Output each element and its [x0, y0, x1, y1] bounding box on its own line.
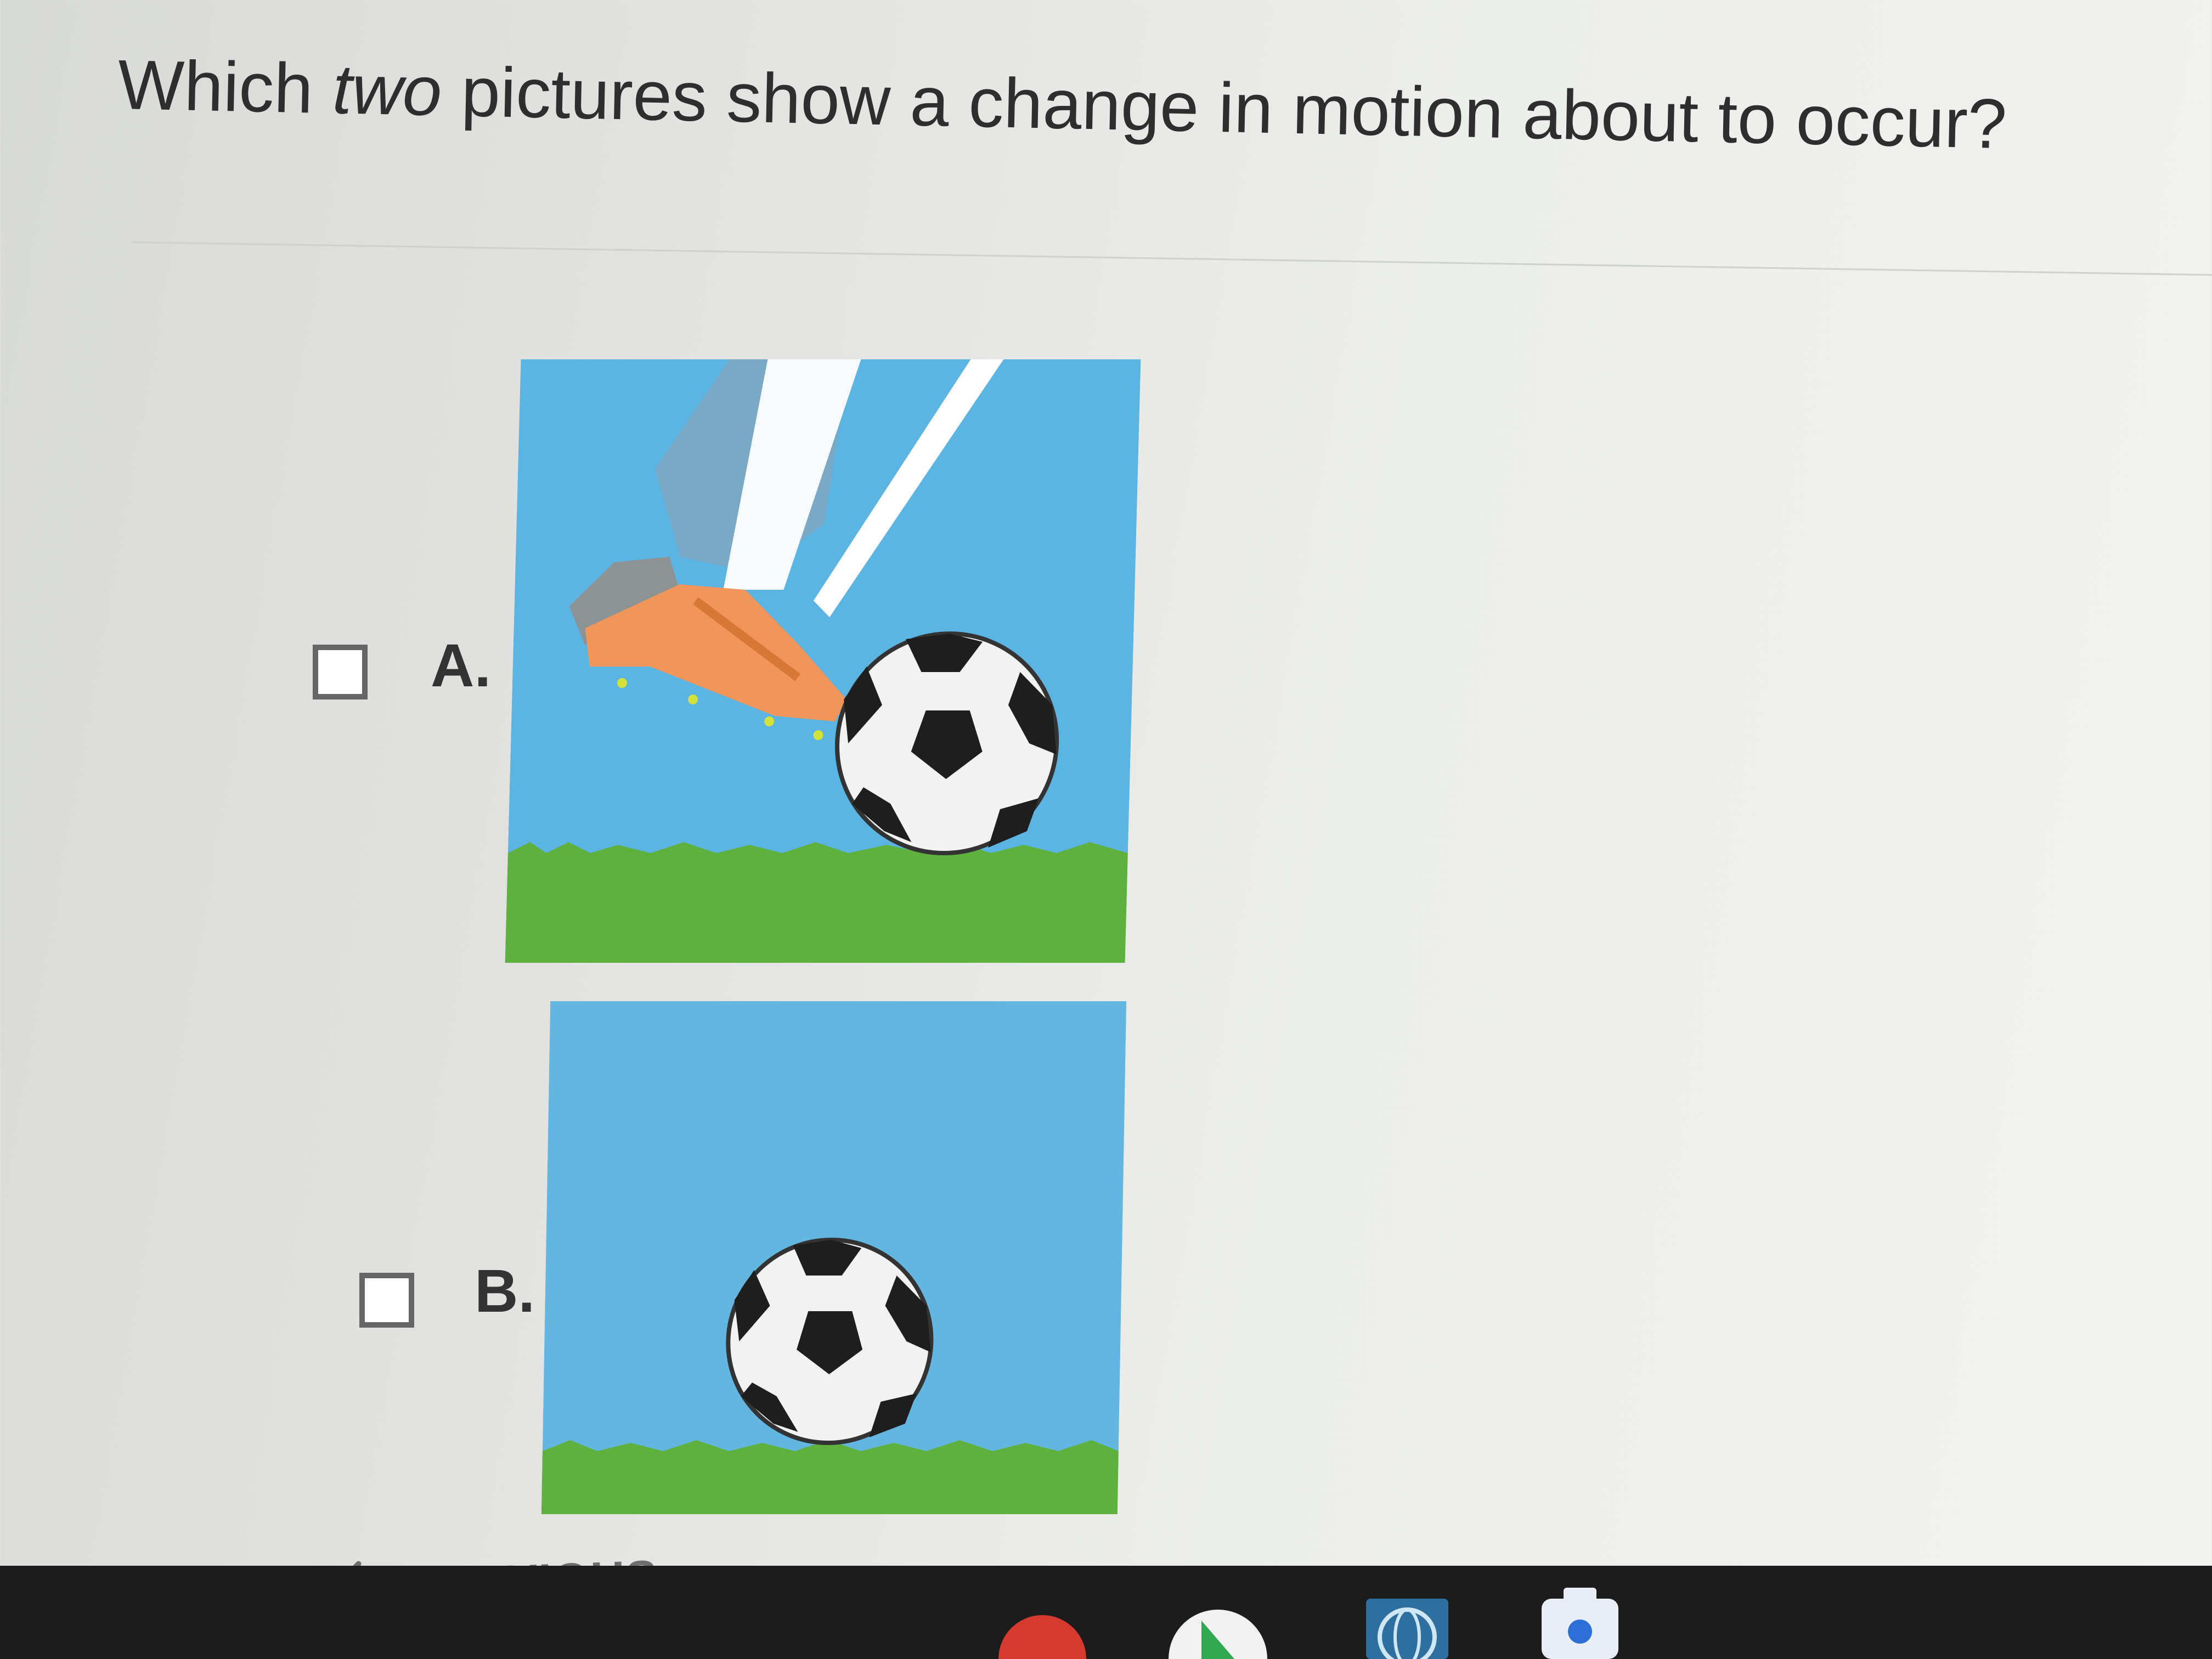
soccer-ball [835, 631, 1059, 855]
divider [131, 241, 2212, 276]
question-start: Which [117, 46, 334, 129]
option-b-label: B. [475, 1257, 535, 1325]
chrome-icon[interactable] [998, 1599, 1086, 1659]
question-emphasis: two [331, 50, 443, 131]
question-end: pictures show a change in motion about t… [441, 52, 2008, 164]
globe-app-icon[interactable] [1366, 1599, 1448, 1659]
option-a-checkbox[interactable] [313, 645, 368, 699]
grass [505, 842, 1128, 963]
option-b-image [541, 1001, 1127, 1514]
camera-app-icon[interactable] [1542, 1588, 1618, 1659]
grass [541, 1440, 1119, 1514]
play-store-icon[interactable] [1169, 1588, 1267, 1659]
option-a-label: A. [431, 632, 491, 699]
option-b-checkbox[interactable] [359, 1273, 414, 1328]
taskbar [0, 1566, 2212, 1659]
option-a-image [505, 359, 1141, 963]
soccer-ball [726, 1238, 934, 1445]
question-text: Which two pictures show a change in moti… [117, 46, 2008, 164]
